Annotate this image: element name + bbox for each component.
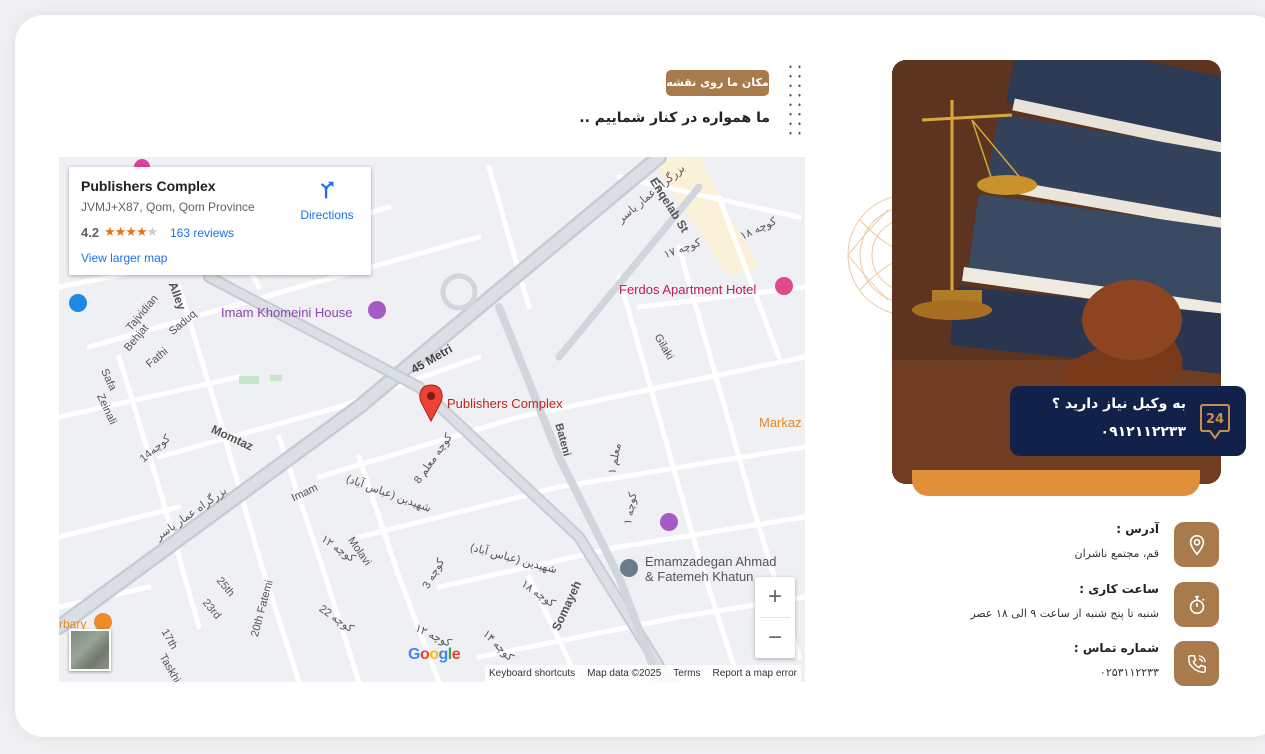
contact-label: آدرس : (1116, 522, 1159, 536)
map-label-ferdos-hotel: Ferdos Apartment Hotel (619, 282, 757, 297)
contact-row-hours: ساعت کاری : شنبه تا پنج شنبه از ساعت ۹ ا… (960, 582, 1220, 630)
contact-value: قم، مجتمع ناشران (1074, 547, 1159, 560)
svg-text:24: 24 (1206, 412, 1224, 427)
contact-value[interactable]: ۰۲۵۳۱۱۲۲۳۳ (1100, 666, 1159, 679)
map-data-text: Map data ©2025 (587, 668, 662, 679)
decorative-dots (786, 62, 804, 138)
directions-icon (320, 181, 334, 199)
map-label: Markaz (759, 415, 802, 430)
satellite-toggle[interactable] (69, 629, 111, 671)
place-title: Publishers Complex (81, 178, 216, 194)
rating-stars-icon: ★★★★★ (104, 224, 158, 239)
map-label-emamzadegan: Emamzadegan Ahmad (645, 554, 777, 569)
support-24-icon: 24 (1200, 404, 1230, 440)
contact-value: شنبه تا پنج شنبه از ساعت ۹ الی ۱۸ عصر (970, 607, 1159, 620)
zoom-in-button[interactable]: + (755, 577, 795, 617)
google-map-embed[interactable]: Enqelab St Ferdos Apartment Hotel Imam K… (59, 157, 805, 682)
directions-label: Directions (300, 208, 354, 222)
place-info-card: Publishers Complex JVMJ+X87, Qom, Qom Pr… (69, 167, 371, 275)
reviews-link[interactable]: 163 reviews (170, 226, 234, 240)
need-lawyer-callout[interactable]: به وکیل نیاز دارید ؟ ۰۹۱۲۱۱۲۲۳۳ 24 (1010, 386, 1246, 456)
keyboard-shortcuts-link[interactable]: Keyboard shortcuts (489, 668, 575, 679)
callout-question: به وکیل نیاز دارید ؟ (1051, 396, 1186, 412)
location-pin-icon (1174, 522, 1219, 567)
map-label-emamzadegan: & Fatemeh Khatun (645, 569, 754, 584)
contact-row-address: آدرس : قم، مجتمع ناشران (960, 522, 1220, 570)
place-address: JVMJ+X87, Qom, Qom Province (81, 200, 255, 214)
contact-label: ساعت کاری : (1079, 582, 1159, 596)
directions-button[interactable]: Directions (295, 179, 359, 222)
zoom-out-button[interactable]: − (755, 618, 795, 658)
google-logo: Google (408, 646, 461, 663)
contact-label: شماره تماس : (1073, 641, 1159, 655)
photo-accent-bar (912, 470, 1200, 496)
place-rating: 4.2 (81, 225, 100, 240)
map-label-khomeini-house: Imam Khomeini House (221, 305, 353, 320)
map-footer: Keyboard shortcuts Map data ©2025 Terms … (485, 665, 801, 682)
contact-row-phone: شماره تماس : ۰۲۵۳۱۱۲۲۳۳ (960, 641, 1220, 689)
section-subtitle: ما همواره در کنار شماییم .. (579, 110, 770, 126)
terms-link[interactable]: Terms (673, 668, 700, 679)
view-larger-map-link[interactable]: View larger map (81, 251, 167, 265)
zoom-controls: + − (755, 577, 795, 658)
phone-icon (1174, 641, 1219, 686)
callout-phone[interactable]: ۰۹۱۲۱۱۲۲۳۳ (1101, 424, 1186, 440)
stopwatch-icon (1174, 582, 1219, 627)
report-error-link[interactable]: Report a map error (713, 668, 797, 679)
section-badge: مکان ما روی نقشه (666, 70, 769, 96)
map-label-pin: Publishers Complex (447, 396, 563, 411)
